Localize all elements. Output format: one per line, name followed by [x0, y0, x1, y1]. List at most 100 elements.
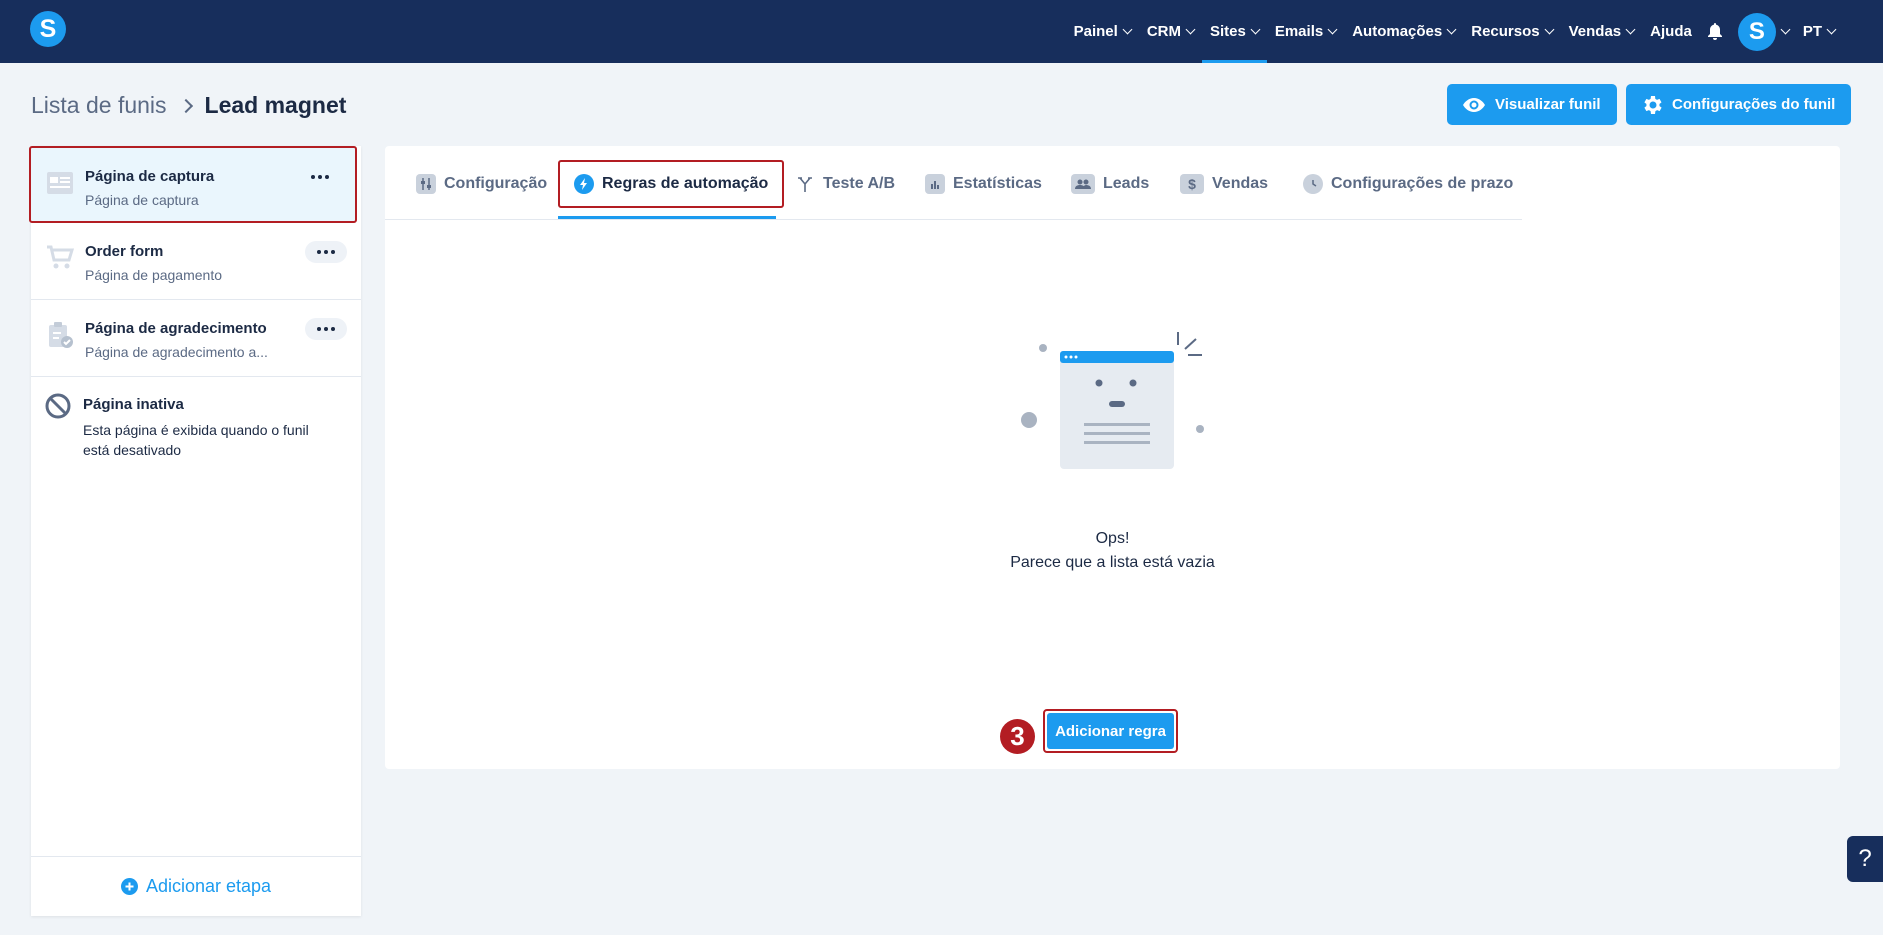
step-more-menu[interactable] — [305, 318, 347, 340]
nav-label: Sites — [1209, 23, 1246, 40]
cart-icon — [47, 245, 75, 269]
help-button[interactable]: ? — [1847, 836, 1883, 882]
tab-label: Configuração — [444, 175, 548, 192]
step-more-menu[interactable] — [305, 241, 347, 263]
tab-configuracao[interactable]: Configuração — [416, 160, 547, 208]
user-menu[interactable]: S — [1736, 0, 1795, 63]
tab-label: Configurações de prazo — [1331, 175, 1514, 192]
funnel-steps-sidebar: Página de captura Página de captura Orde… — [29, 146, 361, 916]
app-logo[interactable]: S — [30, 11, 66, 47]
tab-leads[interactable]: Leads — [1071, 160, 1149, 208]
step-order-form[interactable]: Order form Página de pagamento — [31, 223, 361, 300]
dollar-icon: $ — [1180, 174, 1204, 194]
page-title: Lead magnet — [204, 92, 347, 118]
chevron-down-icon — [1826, 24, 1837, 35]
tab-label: Vendas — [1212, 175, 1269, 192]
chevron-down-icon — [1327, 24, 1338, 35]
language-label: PT — [1802, 23, 1822, 40]
empty-list-illustration — [1021, 332, 1204, 469]
step-title: Página de agradecimento — [85, 320, 267, 337]
nav-sites[interactable]: Sites — [1201, 0, 1267, 63]
lightning-icon — [574, 174, 594, 194]
tab-label: Leads — [1103, 175, 1150, 192]
main-nav: Painel CRM Sites Emails Automações Recur… — [1066, 0, 1843, 63]
add-step-label: Adicionar etapa — [145, 876, 272, 896]
add-rule-button[interactable]: Adicionar regra — [1047, 713, 1174, 749]
nav-label: Vendas — [1568, 23, 1622, 40]
users-icon — [1071, 174, 1095, 194]
nav-recursos[interactable]: Recursos — [1463, 0, 1560, 63]
nav-painel[interactable]: Painel — [1066, 0, 1139, 63]
tab-teste-ab[interactable]: Teste A/B — [795, 160, 895, 208]
bar-chart-icon — [925, 174, 945, 194]
breadcrumb-parent-link[interactable]: Lista de funis — [31, 92, 167, 119]
empty-state-title: Ops! — [1095, 530, 1130, 547]
inactive-page-description: Esta página é exibida quando o funil est… — [83, 422, 309, 458]
chevron-down-icon — [1544, 24, 1555, 35]
preview-funnel-button[interactable]: Visualizar funil — [1447, 84, 1617, 125]
gear-icon — [1644, 95, 1662, 114]
inactive-page-step[interactable]: Página inativa Esta página é exibida qua… — [31, 377, 361, 467]
nav-label: CRM — [1146, 23, 1181, 40]
step-capture-page[interactable]: Página de captura Página de captura — [29, 146, 357, 223]
chevron-right-icon — [178, 98, 193, 113]
nav-vendas[interactable]: Vendas — [1561, 0, 1643, 63]
nav-label: Automações — [1352, 23, 1443, 40]
tab-vendas[interactable]: $ Vendas — [1180, 160, 1268, 208]
step-subtitle: Página de agradecimento a... — [85, 344, 268, 360]
tab-configuracoes-de-prazo[interactable]: Configurações de prazo — [1303, 160, 1513, 208]
bell-icon[interactable] — [1706, 22, 1724, 41]
preview-funnel-label: Visualizar funil — [1495, 96, 1601, 113]
add-step-button[interactable]: Adicionar etapa — [31, 856, 361, 916]
chevron-down-icon — [1250, 24, 1261, 35]
nav-ajuda[interactable]: Ajuda — [1642, 0, 1700, 63]
nav-label: Ajuda — [1650, 23, 1692, 40]
top-navbar: S Painel CRM Sites Emails Automações Rec… — [0, 0, 1883, 63]
clock-icon — [1303, 174, 1323, 194]
nav-emails[interactable]: Emails — [1267, 0, 1344, 63]
blocked-icon — [45, 393, 71, 419]
eye-icon — [1463, 97, 1485, 112]
more-icon — [311, 175, 315, 179]
funnel-settings-button[interactable]: Configurações do funil — [1626, 84, 1852, 125]
clipboard-check-icon — [49, 322, 73, 348]
inactive-page-title: Página inativa — [83, 396, 184, 413]
capture-page-icon — [47, 172, 73, 194]
step-title: Página de captura — [85, 168, 215, 185]
chevron-down-icon — [1185, 24, 1196, 35]
chevron-down-icon — [1625, 24, 1636, 35]
language-selector[interactable]: PT — [1795, 0, 1843, 63]
chevron-down-icon — [1780, 24, 1791, 35]
tab-bar: Configuração Regras de automação Teste A… — [385, 146, 1522, 220]
tab-estatisticas[interactable]: Estatísticas — [925, 160, 1042, 208]
sliders-icon — [416, 174, 436, 194]
breadcrumb: Lista de funis Lead magnet — [31, 92, 346, 119]
plus-circle-icon — [120, 878, 138, 895]
step-title: Order form — [85, 243, 164, 260]
step-more-menu[interactable] — [299, 166, 341, 188]
main-panel: Configuração Regras de automação Teste A… — [385, 146, 1840, 769]
more-icon — [317, 250, 321, 254]
nav-label: Emails — [1274, 23, 1324, 40]
add-rule-highlight: Adicionar regra — [1043, 709, 1178, 753]
chevron-down-icon — [1122, 24, 1133, 35]
nav-crm[interactable]: CRM — [1139, 0, 1202, 63]
nav-label: Recursos — [1471, 23, 1540, 40]
nav-label: Painel — [1073, 23, 1118, 40]
step-thank-you-page[interactable]: Página de agradecimento Página de agrade… — [31, 300, 361, 377]
active-tab-indicator — [558, 216, 776, 219]
empty-state-subtitle: Parece que a lista está vazia — [1010, 554, 1215, 571]
more-icon — [317, 327, 321, 331]
tab-regras-de-automacao[interactable]: Regras de automação — [558, 160, 785, 208]
chevron-down-icon — [1446, 24, 1457, 35]
funnel-settings-label: Configurações do funil — [1672, 96, 1836, 113]
nav-automacoes[interactable]: Automações — [1344, 0, 1463, 63]
step-subtitle: Página de captura — [85, 192, 199, 208]
step-subtitle: Página de pagamento — [85, 267, 222, 283]
split-icon — [795, 174, 815, 194]
tab-label: Teste A/B — [823, 175, 896, 192]
step-number-badge: 3 — [1000, 719, 1035, 754]
avatar: S — [1737, 12, 1776, 51]
tab-label: Regras de automação — [602, 175, 769, 192]
tab-label: Estatísticas — [953, 175, 1042, 192]
